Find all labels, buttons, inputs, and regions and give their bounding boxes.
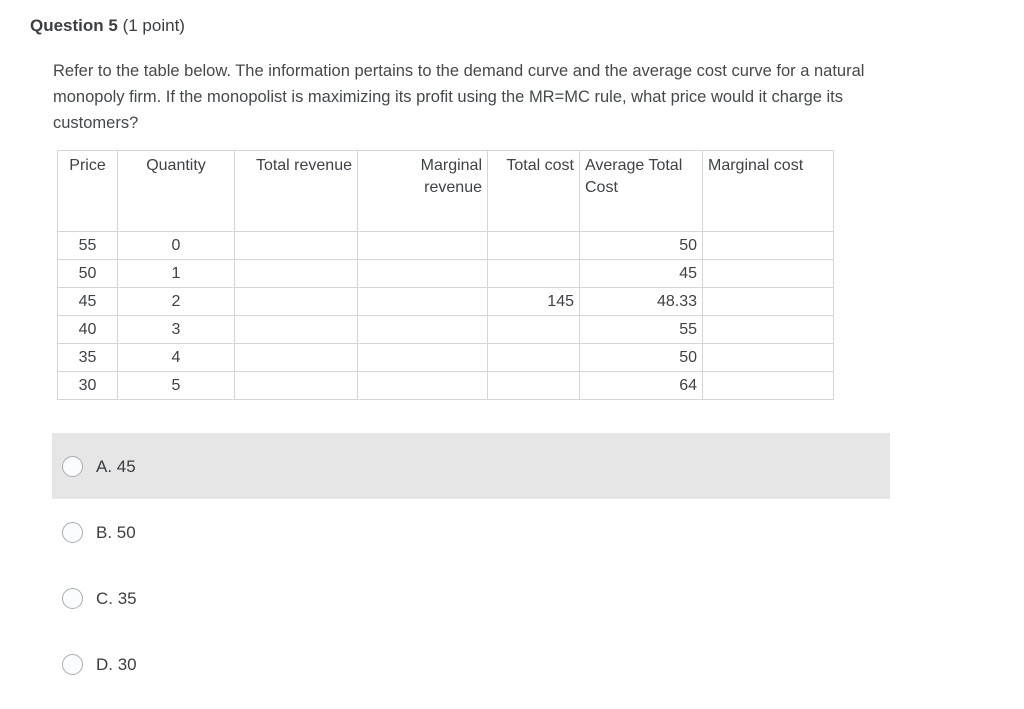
column-header-total-revenue: Total revenue — [234, 150, 358, 232]
cell-average-total-cost: 50 — [579, 231, 703, 260]
column-header-total-cost: Total cost — [487, 150, 580, 232]
radio-button-icon-d[interactable] — [62, 653, 83, 675]
cell-marginal-revenue — [357, 287, 488, 316]
cell-total-revenue — [234, 287, 358, 316]
answer-option-a-label: A. 45 — [96, 456, 136, 476]
cell-quantity: 5 — [117, 371, 235, 400]
table-row: 40 3 55 — [57, 315, 834, 344]
cell-price: 45 — [57, 287, 118, 316]
cell-marginal-cost — [702, 343, 834, 372]
table-row: 35 4 50 — [57, 343, 834, 372]
cell-total-cost — [487, 371, 580, 400]
cell-total-cost — [487, 315, 580, 344]
question-text: Refer to the table below. The informatio… — [53, 62, 865, 132]
question-number-label: Question 5 — [30, 16, 118, 35]
cell-price: 40 — [57, 315, 118, 344]
cell-price: 35 — [57, 343, 118, 372]
cell-marginal-cost — [702, 371, 834, 400]
cell-total-revenue — [234, 343, 358, 372]
cell-total-revenue — [234, 371, 358, 400]
table-header-row: Price Quantity Total revenue Marginal re… — [57, 150, 834, 232]
cell-average-total-cost: 55 — [579, 315, 703, 344]
column-header-marginal-cost: Marginal cost — [702, 150, 834, 232]
cell-average-total-cost: 50 — [579, 343, 703, 372]
cell-marginal-revenue — [357, 371, 488, 400]
cell-marginal-revenue — [357, 259, 488, 288]
cell-quantity: 0 — [117, 231, 235, 260]
cell-average-total-cost: 64 — [579, 371, 703, 400]
cell-marginal-revenue — [357, 315, 488, 344]
cell-average-total-cost: 45 — [579, 259, 703, 288]
radio-button-icon-b[interactable] — [62, 521, 83, 543]
table-row: 50 1 45 — [57, 259, 834, 288]
cell-total-revenue — [234, 259, 358, 288]
cell-total-cost — [487, 259, 580, 288]
answer-option-c[interactable]: C. 35 — [52, 565, 890, 631]
column-header-price: Price — [57, 150, 118, 232]
cell-marginal-cost — [702, 259, 834, 288]
cell-total-revenue — [234, 315, 358, 344]
column-header-average-total-cost: Average Total Cost — [579, 150, 703, 232]
answer-option-b[interactable]: B. 50 — [52, 499, 890, 565]
economics-data-table: Price Quantity Total revenue Marginal re… — [57, 150, 834, 400]
cell-marginal-cost — [702, 231, 834, 260]
cell-total-cost: 145 — [487, 287, 580, 316]
cell-price: 55 — [57, 231, 118, 260]
cell-quantity: 4 — [117, 343, 235, 372]
table-body: 55 0 50 50 1 45 45 2 145 48.33 40 3 55 3… — [57, 231, 834, 400]
column-header-quantity: Quantity — [117, 150, 235, 232]
radio-button-icon-a[interactable] — [62, 455, 83, 477]
cell-price: 50 — [57, 259, 118, 288]
cell-total-revenue — [234, 231, 358, 260]
cell-marginal-cost — [702, 315, 834, 344]
answer-option-d-label: D. 30 — [96, 654, 137, 674]
table-row: 30 5 64 — [57, 371, 834, 400]
table-row: 55 0 50 — [57, 231, 834, 260]
answer-option-d[interactable]: D. 30 — [52, 631, 890, 697]
cell-total-cost — [487, 231, 580, 260]
table-row: 45 2 145 48.33 — [57, 287, 834, 316]
cell-marginal-cost — [702, 287, 834, 316]
cell-quantity: 2 — [117, 287, 235, 316]
cell-quantity: 1 — [117, 259, 235, 288]
cell-price: 30 — [57, 371, 118, 400]
radio-button-icon-c[interactable] — [62, 587, 83, 609]
column-header-marginal-revenue: Marginal revenue — [357, 150, 488, 232]
cell-quantity: 3 — [117, 315, 235, 344]
cell-marginal-revenue — [357, 343, 488, 372]
cell-average-total-cost: 48.33 — [579, 287, 703, 316]
question-points-label: (1 point) — [122, 16, 185, 35]
cell-marginal-revenue — [357, 231, 488, 260]
answer-option-c-label: C. 35 — [96, 588, 137, 608]
question-header: Question 5 (1 point) — [30, 15, 185, 37]
answer-option-b-label: B. 50 — [96, 522, 136, 542]
answer-option-a[interactable]: A. 45 — [52, 433, 890, 499]
answer-options-list: A. 45 B. 50 C. 35 D. 30 — [52, 433, 890, 697]
cell-total-cost — [487, 343, 580, 372]
economics-data-table-container: Price Quantity Total revenue Marginal re… — [57, 150, 834, 400]
